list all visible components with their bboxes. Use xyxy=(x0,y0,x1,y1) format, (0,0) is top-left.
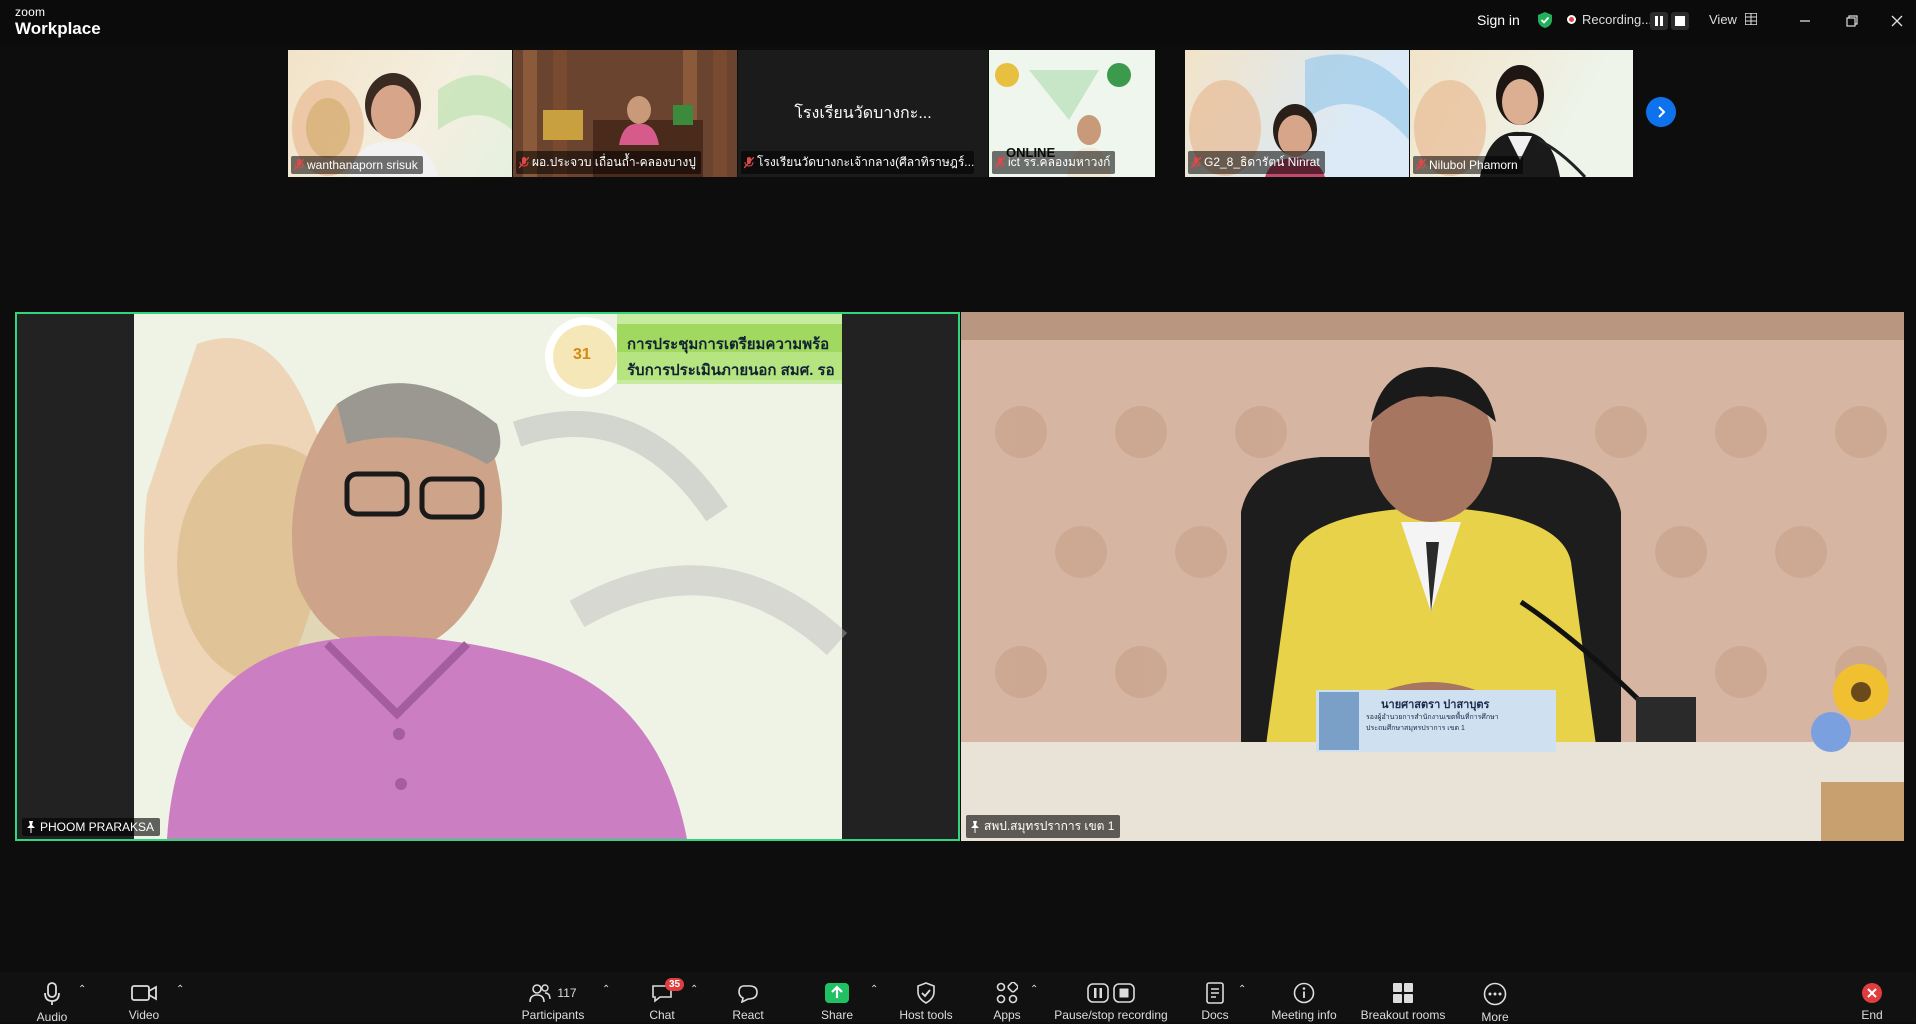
participant-tile[interactable]: โรงเรียนวัดบางกะ... โรงเรียนวัดบางกะเจ้า… xyxy=(738,50,988,177)
pin-icon xyxy=(27,821,35,833)
chat-button[interactable]: 35 Chat xyxy=(644,972,685,1022)
mic-muted-icon xyxy=(519,156,529,168)
participant-tile[interactable]: G2_8_ธิดารัตน์ Ninrat xyxy=(1185,50,1409,177)
participant-name: G2_8_ธิดารัตน์ Ninrat xyxy=(1188,151,1325,174)
host-shield-icon xyxy=(917,982,935,1004)
participant-tile[interactable]: ONLINE ict รร.คลองมหาวงก์ xyxy=(989,50,1155,177)
meeting-info-button[interactable]: Meeting info xyxy=(1268,972,1340,1022)
share-screen-icon xyxy=(825,983,849,1003)
apps-button[interactable]: Apps xyxy=(990,972,1024,1022)
participant-name: โรงเรียนวัดบางกะเจ้ากลาง(ศีลาทิราษฎร์... xyxy=(741,151,974,174)
grid-view-icon xyxy=(1743,12,1758,26)
apps-options-caret[interactable]: ⌃ xyxy=(1030,984,1038,995)
title-bar: zoom Workplace Sign in Recording... View xyxy=(0,0,1916,44)
docs-options-caret[interactable]: ⌃ xyxy=(1238,984,1246,995)
video-camera-icon xyxy=(131,985,157,1001)
speaker-name-label: PHOOM PRARAKSA xyxy=(22,818,161,836)
microphone-icon xyxy=(44,982,60,1005)
speaker-video-left xyxy=(17,314,958,839)
banner-line-1: การประชุมการเตรียมความพร้อ xyxy=(627,336,830,353)
participant-name: ผอ.ประจวบ เถื่อนถ้ำ-คลองบางปู xyxy=(516,151,701,174)
react-heart-icon xyxy=(738,985,758,1003)
nameplate-title-2: ประถมศึกษาสมุทรปราการ เขต 1 xyxy=(1366,725,1465,732)
react-button[interactable]: React xyxy=(728,972,768,1022)
participant-tile[interactable]: wanthanaporn srisuk xyxy=(288,50,512,177)
logo-top: zoom xyxy=(15,5,46,19)
apps-icon xyxy=(996,982,1018,1004)
video-button[interactable]: Video xyxy=(120,972,168,1022)
share-button[interactable]: Share xyxy=(816,972,858,1022)
participant-strip: wanthanaporn srisuk ผอ.ประจวบ เถื่อนถ้ำ-… xyxy=(288,50,1633,177)
participant-tile[interactable]: ผอ.ประจวบ เถื่อนถ้ำ-คลองบางปู xyxy=(513,50,737,177)
chat-badge: 35 xyxy=(665,978,685,991)
docs-button[interactable]: Docs xyxy=(1200,972,1230,1022)
nameplate-title-1: รองผู้อำนวยการสำนักงานเขตพื้นที่การศึกษา xyxy=(1366,714,1499,721)
mic-muted-icon xyxy=(294,159,304,171)
recording-label: Recording... xyxy=(1582,12,1653,27)
encryption-shield-icon[interactable] xyxy=(1536,11,1554,29)
stop-icon xyxy=(1675,16,1685,26)
breakout-rooms-button[interactable]: Breakout rooms xyxy=(1360,972,1446,1022)
speaker-name-label: สพป.สมุทรปราการ เขต 1 xyxy=(966,815,1121,838)
more-icon xyxy=(1483,982,1507,1006)
recording-dot-icon xyxy=(1567,15,1576,24)
minimize-icon[interactable] xyxy=(1794,10,1816,32)
participant-name: Nilubol Phamorn xyxy=(1413,156,1523,174)
zoom-logo: zoom Workplace xyxy=(15,6,101,37)
pin-icon xyxy=(971,820,979,833)
mic-muted-icon xyxy=(995,156,1005,168)
view-button[interactable]: View xyxy=(1709,12,1758,27)
participant-name: ict รร.คลองมหาวงก์ xyxy=(992,151,1116,174)
end-button[interactable]: End xyxy=(1860,972,1884,1022)
more-button[interactable]: More xyxy=(1478,972,1512,1024)
pause-stop-recording-button[interactable]: Pause/stop recording xyxy=(1054,972,1168,1022)
view-label: View xyxy=(1709,12,1737,27)
mic-muted-icon xyxy=(1191,156,1201,168)
audio-options-caret[interactable]: ⌃ xyxy=(78,984,86,995)
mic-muted-icon xyxy=(1416,159,1426,171)
docs-icon xyxy=(1206,982,1224,1004)
share-options-caret[interactable]: ⌃ xyxy=(870,984,878,995)
chevron-right-icon xyxy=(1658,106,1666,118)
stop-recording-button[interactable] xyxy=(1671,12,1689,30)
logo-bottom: Workplace xyxy=(15,19,101,38)
mic-muted-icon xyxy=(744,156,754,168)
nameplate-name: นายศาสตรา ปาสาบุตร xyxy=(1381,699,1490,711)
stop-recording-icon xyxy=(1113,983,1135,1003)
audio-button[interactable]: Audio xyxy=(30,972,74,1024)
banner-line-2: รับการประเมินภายนอก สมศ. รอ xyxy=(627,362,835,379)
pause-recording-button[interactable] xyxy=(1650,12,1668,30)
pause-icon xyxy=(1655,16,1663,26)
participants-icon xyxy=(529,984,552,1003)
restore-icon[interactable] xyxy=(1841,10,1863,32)
speaker-tile-right[interactable]: นายศาสตรา ปาสาบุตร รองผู้อำนวยการสำนักงา… xyxy=(961,312,1904,841)
participant-name: wanthanaporn srisuk xyxy=(291,156,423,174)
end-meeting-icon xyxy=(1862,983,1882,1003)
participants-options-caret[interactable]: ⌃ xyxy=(602,984,610,995)
video-options-caret[interactable]: ⌃ xyxy=(176,984,184,995)
speaker-tile-left[interactable]: การประชุมการเตรียมความพร้อ รับการประเมิน… xyxy=(15,312,960,841)
participant-tile[interactable]: Nilubol Phamorn xyxy=(1410,50,1633,177)
next-page-button[interactable] xyxy=(1646,97,1676,127)
chat-options-caret[interactable]: ⌃ xyxy=(690,984,698,995)
recording-status: Recording... xyxy=(1567,12,1652,27)
info-icon xyxy=(1293,982,1315,1004)
speaker-video-right xyxy=(961,312,1904,841)
breakout-rooms-icon xyxy=(1393,983,1413,1003)
close-icon[interactable] xyxy=(1886,10,1908,32)
participants-button[interactable]: 117 Participants xyxy=(518,972,588,1022)
sign-in-link[interactable]: Sign in xyxy=(1477,12,1520,28)
pause-recording-icon xyxy=(1087,983,1109,1003)
badge-number: 31 xyxy=(573,346,591,363)
host-tools-button[interactable]: Host tools xyxy=(896,972,956,1022)
meeting-toolbar: Audio ⌃ Video ⌃ 117 Participants ⌃ 35 Ch… xyxy=(0,972,1916,1024)
participants-count: 117 xyxy=(557,986,577,1000)
